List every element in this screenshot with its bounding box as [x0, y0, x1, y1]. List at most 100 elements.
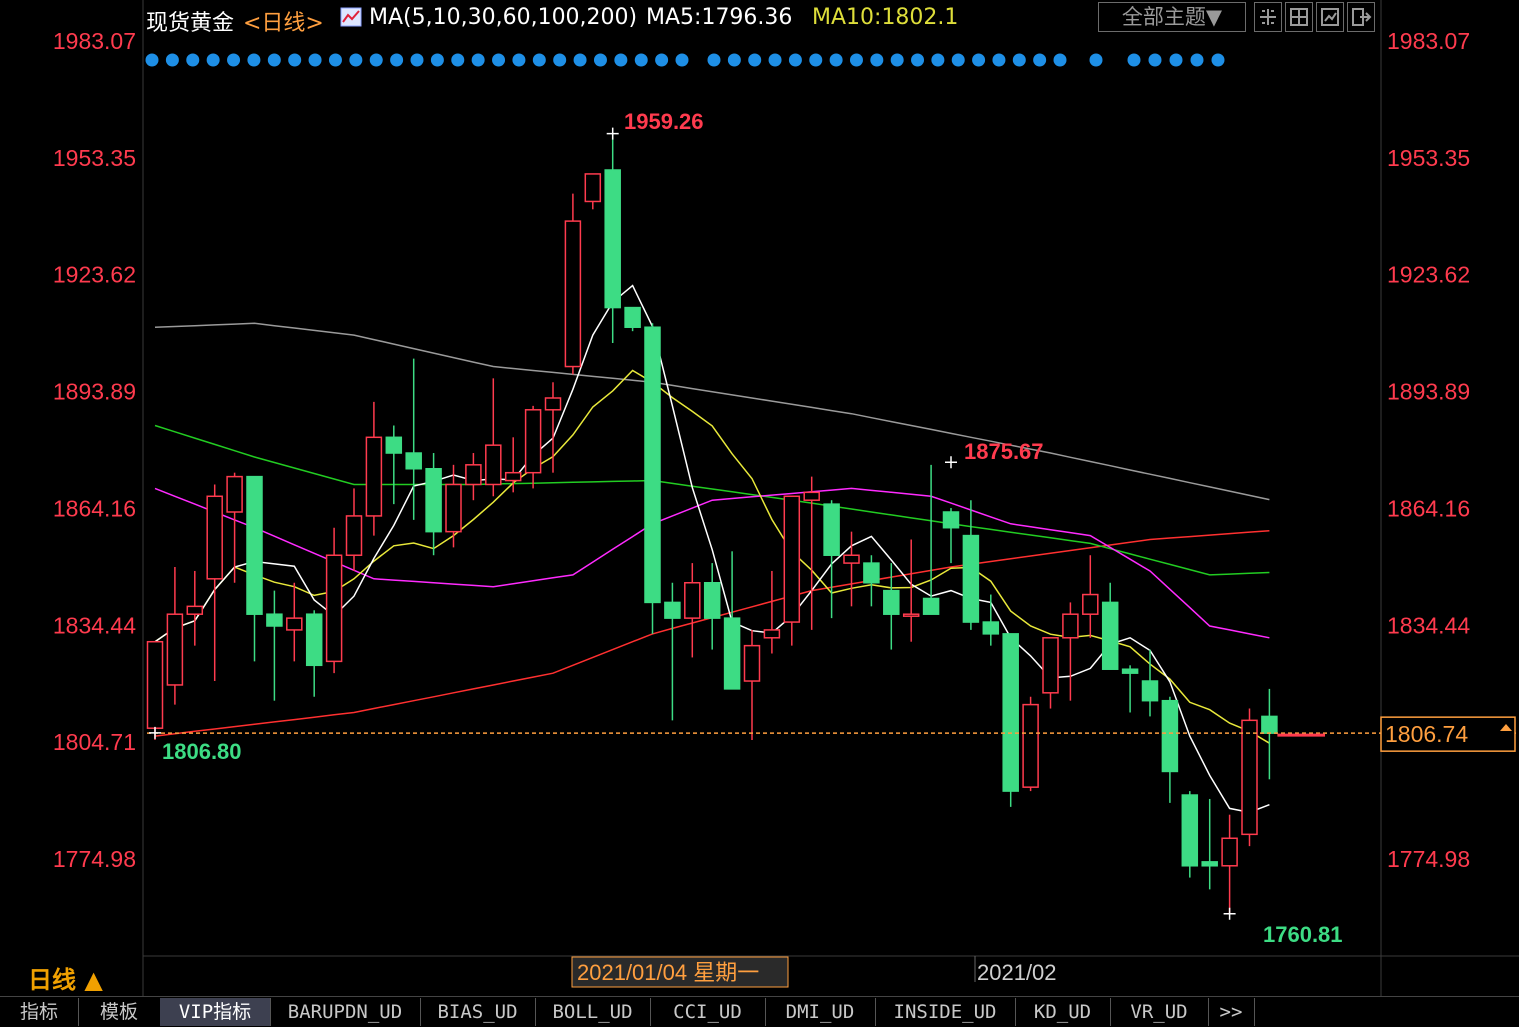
- candle-down: [962, 534, 980, 623]
- candle-up: [1022, 703, 1039, 788]
- period-selector[interactable]: <日线>: [243, 5, 324, 37]
- candle-down: [922, 597, 940, 615]
- candlestick-chart[interactable]: 1983.07 1983.071953.35 1953.351923.62 1923.…: [0, 0, 1519, 996]
- signal-dot: [972, 53, 986, 67]
- signal-dot: [267, 53, 281, 67]
- candle-down: [982, 621, 1000, 635]
- signal-dot: [1089, 53, 1103, 67]
- candle-up: [684, 582, 701, 619]
- signal-dot: [992, 53, 1006, 67]
- candle-up: [286, 617, 303, 631]
- signal-dot: [593, 53, 607, 67]
- period-label[interactable]: 日线 ▲: [28, 960, 103, 995]
- candle-down: [1101, 601, 1119, 670]
- candle-up: [524, 409, 542, 474]
- signal-dot: [748, 53, 762, 67]
- grid-icon[interactable]: [1254, 2, 1282, 32]
- candle-up: [325, 554, 343, 663]
- indicator-tab[interactable]: 指标: [0, 998, 79, 1026]
- candle-up: [1062, 613, 1079, 639]
- signal-dot: [247, 53, 261, 67]
- indicator-tab[interactable]: VIP指标: [160, 998, 271, 1026]
- signal-dot: [1148, 53, 1162, 67]
- candle-down: [942, 511, 960, 529]
- candle-down: [1201, 861, 1218, 867]
- indicator-tab[interactable]: DMI_UD: [765, 998, 876, 1026]
- signal-dot: [931, 53, 945, 67]
- signal-dot: [430, 53, 444, 67]
- candle-up: [544, 397, 562, 411]
- candle-down: [1141, 680, 1159, 702]
- indicator-tab[interactable]: CCI_UD: [650, 998, 766, 1026]
- candle-up: [206, 495, 223, 580]
- candle-up: [1082, 593, 1099, 615]
- signal-dot: [1211, 53, 1225, 67]
- signal-dot: [165, 53, 179, 67]
- ma-indicator-icon[interactable]: [340, 7, 362, 27]
- chart-icon[interactable]: [1316, 2, 1344, 32]
- indicator-tab[interactable]: BIAS_UD: [420, 998, 536, 1026]
- candle-up: [763, 629, 781, 639]
- theme-dropdown-button[interactable]: 全部主题▼: [1098, 2, 1246, 32]
- signal-dot: [451, 53, 465, 67]
- candle-up: [1241, 719, 1258, 836]
- candle-up: [1042, 637, 1059, 694]
- candle-up: [783, 495, 801, 623]
- indicator-tab[interactable]: BARUPDN_UD: [270, 998, 421, 1026]
- candle-up: [365, 436, 383, 517]
- signal-dot: [655, 53, 669, 67]
- candle-down: [823, 503, 840, 556]
- signal-dot: [512, 53, 526, 67]
- y-tick-label-left: 1774.98: [53, 846, 136, 872]
- signal-dot: [768, 53, 782, 67]
- y-tick-label-right: 1923.62: [1387, 262, 1470, 288]
- signal-dot: [288, 53, 302, 67]
- candle-up: [1221, 837, 1238, 867]
- y-tick-label-left: 1893.89: [53, 379, 136, 405]
- start-annotation: 1806.80: [162, 739, 242, 764]
- candle-up: [345, 515, 363, 556]
- y-tick-label-right: 1834.44: [1387, 612, 1470, 638]
- indicator-tab[interactable]: 模板: [78, 998, 161, 1026]
- indicator-tab[interactable]: VR_UD: [1110, 998, 1209, 1026]
- signal-dot: [553, 53, 567, 67]
- candle-up: [445, 483, 462, 533]
- candle-down: [703, 582, 721, 619]
- ma-settings-label[interactable]: MA(5,10,30,60,100,200): [369, 5, 637, 30]
- candle-down: [1181, 794, 1199, 867]
- indicator-tab[interactable]: BOLL_UD: [535, 998, 651, 1026]
- indicator-tab[interactable]: KD_UD: [1015, 998, 1111, 1026]
- candle-up: [166, 613, 184, 686]
- split-icon[interactable]: [1285, 2, 1313, 32]
- candle-up: [465, 464, 482, 486]
- candle-up: [564, 220, 582, 368]
- signal-dot: [1012, 53, 1026, 67]
- candle-up: [902, 613, 920, 617]
- candle-down: [1161, 699, 1179, 773]
- signal-dot: [890, 53, 904, 67]
- y-tick-label-right: 1953.35: [1387, 145, 1470, 171]
- signal-dot: [870, 53, 884, 67]
- signal-dot: [707, 53, 721, 67]
- signal-dot: [614, 53, 628, 67]
- ma200-line: [154, 322, 1270, 501]
- indicator-tab[interactable]: INSIDE_UD: [875, 998, 1016, 1026]
- low-annotation: 1760.81: [1263, 922, 1343, 947]
- y-tick-label-left: 1804.71: [53, 729, 136, 755]
- signal-dot: [492, 53, 506, 67]
- signal-dot: [1190, 53, 1204, 67]
- y-tick-label-left: 1923.62: [53, 262, 136, 288]
- candle-down: [723, 617, 741, 690]
- signal-dot: [1053, 53, 1067, 67]
- high-annotation-marker: [606, 127, 619, 140]
- indicator-tab[interactable]: >>: [1208, 998, 1255, 1026]
- ma10-value: MA10:1802.1: [812, 5, 959, 30]
- signal-dot: [328, 53, 342, 67]
- signal-dot: [349, 53, 363, 67]
- signal-dot: [634, 53, 648, 67]
- exit-icon[interactable]: [1347, 2, 1375, 32]
- candle-up: [584, 173, 602, 203]
- signal-dot: [227, 53, 241, 67]
- y-tick-label-left: 1834.44: [53, 612, 136, 638]
- y-tick-label-right: 1774.98: [1387, 846, 1470, 872]
